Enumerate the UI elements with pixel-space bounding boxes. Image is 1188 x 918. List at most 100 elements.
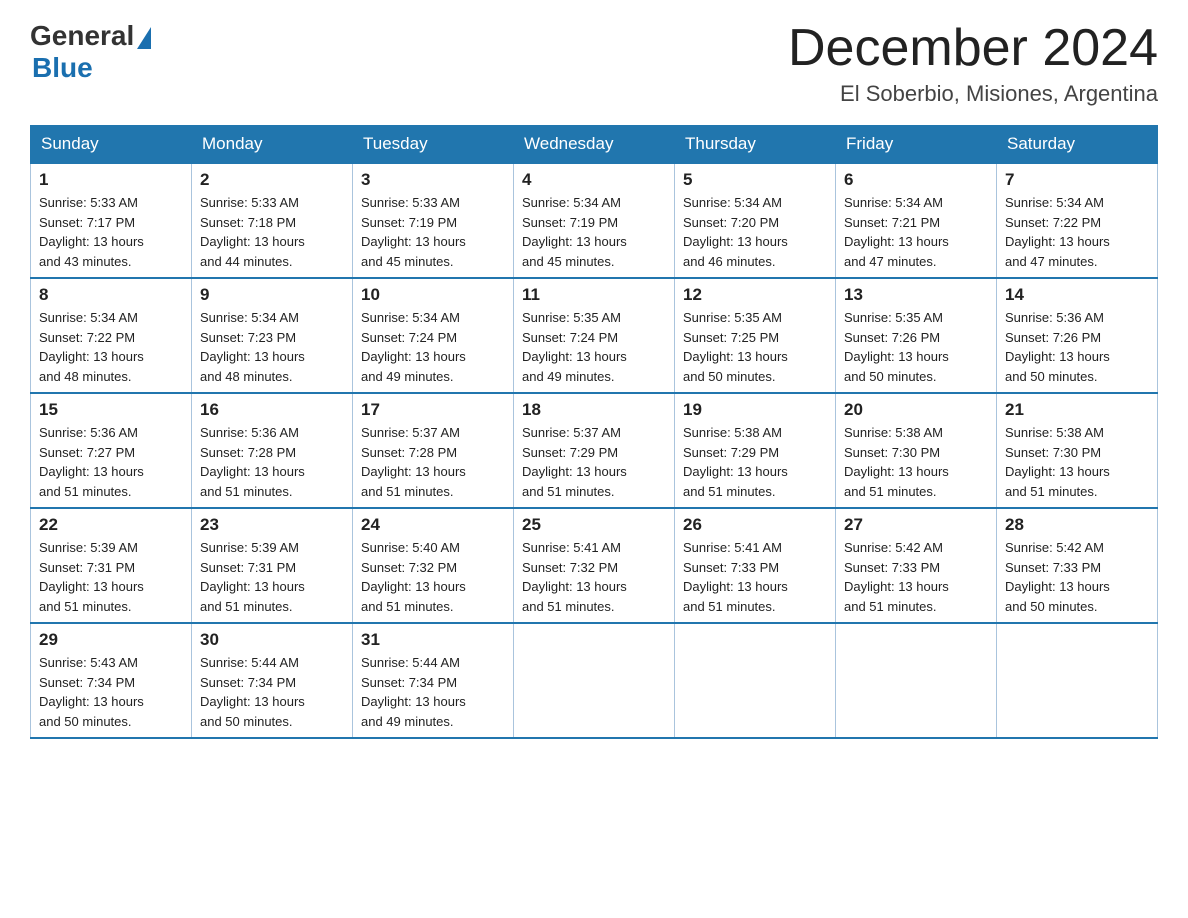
day-info: Sunrise: 5:44 AMSunset: 7:34 PMDaylight:… (200, 655, 305, 729)
day-number: 27 (844, 515, 988, 535)
calendar-cell: 2 Sunrise: 5:33 AMSunset: 7:18 PMDayligh… (192, 163, 353, 278)
day-number: 7 (1005, 170, 1149, 190)
day-number: 23 (200, 515, 344, 535)
calendar-cell: 10 Sunrise: 5:34 AMSunset: 7:24 PMDaylig… (353, 278, 514, 393)
day-number: 1 (39, 170, 183, 190)
day-info: Sunrise: 5:35 AMSunset: 7:24 PMDaylight:… (522, 310, 627, 384)
day-number: 26 (683, 515, 827, 535)
calendar-cell: 24 Sunrise: 5:40 AMSunset: 7:32 PMDaylig… (353, 508, 514, 623)
calendar-cell: 13 Sunrise: 5:35 AMSunset: 7:26 PMDaylig… (836, 278, 997, 393)
calendar-cell: 20 Sunrise: 5:38 AMSunset: 7:30 PMDaylig… (836, 393, 997, 508)
day-info: Sunrise: 5:42 AMSunset: 7:33 PMDaylight:… (844, 540, 949, 614)
day-info: Sunrise: 5:44 AMSunset: 7:34 PMDaylight:… (361, 655, 466, 729)
calendar-cell (836, 623, 997, 738)
day-number: 6 (844, 170, 988, 190)
calendar-cell: 18 Sunrise: 5:37 AMSunset: 7:29 PMDaylig… (514, 393, 675, 508)
day-info: Sunrise: 5:33 AMSunset: 7:18 PMDaylight:… (200, 195, 305, 269)
day-number: 11 (522, 285, 666, 305)
calendar-cell: 31 Sunrise: 5:44 AMSunset: 7:34 PMDaylig… (353, 623, 514, 738)
day-number: 4 (522, 170, 666, 190)
calendar-week-4: 22 Sunrise: 5:39 AMSunset: 7:31 PMDaylig… (31, 508, 1158, 623)
calendar-cell: 17 Sunrise: 5:37 AMSunset: 7:28 PMDaylig… (353, 393, 514, 508)
calendar-cell: 22 Sunrise: 5:39 AMSunset: 7:31 PMDaylig… (31, 508, 192, 623)
logo-blue-text: Blue (32, 52, 93, 84)
calendar-cell: 28 Sunrise: 5:42 AMSunset: 7:33 PMDaylig… (997, 508, 1158, 623)
calendar-cell: 27 Sunrise: 5:42 AMSunset: 7:33 PMDaylig… (836, 508, 997, 623)
day-info: Sunrise: 5:37 AMSunset: 7:28 PMDaylight:… (361, 425, 466, 499)
day-number: 25 (522, 515, 666, 535)
day-info: Sunrise: 5:38 AMSunset: 7:30 PMDaylight:… (1005, 425, 1110, 499)
calendar-cell: 11 Sunrise: 5:35 AMSunset: 7:24 PMDaylig… (514, 278, 675, 393)
day-info: Sunrise: 5:41 AMSunset: 7:33 PMDaylight:… (683, 540, 788, 614)
day-info: Sunrise: 5:36 AMSunset: 7:28 PMDaylight:… (200, 425, 305, 499)
day-number: 9 (200, 285, 344, 305)
day-info: Sunrise: 5:35 AMSunset: 7:25 PMDaylight:… (683, 310, 788, 384)
day-number: 15 (39, 400, 183, 420)
calendar-cell (997, 623, 1158, 738)
calendar-cell: 25 Sunrise: 5:41 AMSunset: 7:32 PMDaylig… (514, 508, 675, 623)
day-info: Sunrise: 5:36 AMSunset: 7:26 PMDaylight:… (1005, 310, 1110, 384)
day-info: Sunrise: 5:34 AMSunset: 7:23 PMDaylight:… (200, 310, 305, 384)
calendar-week-1: 1 Sunrise: 5:33 AMSunset: 7:17 PMDayligh… (31, 163, 1158, 278)
day-number: 13 (844, 285, 988, 305)
day-number: 28 (1005, 515, 1149, 535)
calendar-week-3: 15 Sunrise: 5:36 AMSunset: 7:27 PMDaylig… (31, 393, 1158, 508)
day-number: 21 (1005, 400, 1149, 420)
day-info: Sunrise: 5:41 AMSunset: 7:32 PMDaylight:… (522, 540, 627, 614)
day-number: 8 (39, 285, 183, 305)
day-number: 2 (200, 170, 344, 190)
day-number: 10 (361, 285, 505, 305)
calendar-week-2: 8 Sunrise: 5:34 AMSunset: 7:22 PMDayligh… (31, 278, 1158, 393)
calendar-cell: 15 Sunrise: 5:36 AMSunset: 7:27 PMDaylig… (31, 393, 192, 508)
day-number: 22 (39, 515, 183, 535)
day-info: Sunrise: 5:33 AMSunset: 7:17 PMDaylight:… (39, 195, 144, 269)
calendar-cell: 30 Sunrise: 5:44 AMSunset: 7:34 PMDaylig… (192, 623, 353, 738)
calendar-cell: 19 Sunrise: 5:38 AMSunset: 7:29 PMDaylig… (675, 393, 836, 508)
day-info: Sunrise: 5:35 AMSunset: 7:26 PMDaylight:… (844, 310, 949, 384)
title-area: December 2024 El Soberbio, Misiones, Arg… (788, 20, 1158, 107)
day-info: Sunrise: 5:38 AMSunset: 7:29 PMDaylight:… (683, 425, 788, 499)
calendar-cell: 4 Sunrise: 5:34 AMSunset: 7:19 PMDayligh… (514, 163, 675, 278)
day-number: 14 (1005, 285, 1149, 305)
day-number: 20 (844, 400, 988, 420)
calendar-cell (514, 623, 675, 738)
calendar-cell: 8 Sunrise: 5:34 AMSunset: 7:22 PMDayligh… (31, 278, 192, 393)
calendar-cell: 5 Sunrise: 5:34 AMSunset: 7:20 PMDayligh… (675, 163, 836, 278)
day-info: Sunrise: 5:34 AMSunset: 7:24 PMDaylight:… (361, 310, 466, 384)
month-title: December 2024 (788, 20, 1158, 77)
calendar-cell: 16 Sunrise: 5:36 AMSunset: 7:28 PMDaylig… (192, 393, 353, 508)
header-monday: Monday (192, 126, 353, 164)
day-info: Sunrise: 5:34 AMSunset: 7:22 PMDaylight:… (39, 310, 144, 384)
day-info: Sunrise: 5:34 AMSunset: 7:19 PMDaylight:… (522, 195, 627, 269)
header-wednesday: Wednesday (514, 126, 675, 164)
day-number: 12 (683, 285, 827, 305)
day-number: 30 (200, 630, 344, 650)
day-info: Sunrise: 5:42 AMSunset: 7:33 PMDaylight:… (1005, 540, 1110, 614)
calendar-cell: 14 Sunrise: 5:36 AMSunset: 7:26 PMDaylig… (997, 278, 1158, 393)
day-number: 19 (683, 400, 827, 420)
header-saturday: Saturday (997, 126, 1158, 164)
header-friday: Friday (836, 126, 997, 164)
header-tuesday: Tuesday (353, 126, 514, 164)
calendar-header-row: SundayMondayTuesdayWednesdayThursdayFrid… (31, 126, 1158, 164)
day-info: Sunrise: 5:34 AMSunset: 7:22 PMDaylight:… (1005, 195, 1110, 269)
day-number: 18 (522, 400, 666, 420)
calendar-cell: 3 Sunrise: 5:33 AMSunset: 7:19 PMDayligh… (353, 163, 514, 278)
day-number: 29 (39, 630, 183, 650)
calendar-cell: 26 Sunrise: 5:41 AMSunset: 7:33 PMDaylig… (675, 508, 836, 623)
calendar-cell: 7 Sunrise: 5:34 AMSunset: 7:22 PMDayligh… (997, 163, 1158, 278)
day-info: Sunrise: 5:33 AMSunset: 7:19 PMDaylight:… (361, 195, 466, 269)
calendar-cell: 1 Sunrise: 5:33 AMSunset: 7:17 PMDayligh… (31, 163, 192, 278)
calendar-week-5: 29 Sunrise: 5:43 AMSunset: 7:34 PMDaylig… (31, 623, 1158, 738)
logo: General Blue (30, 20, 151, 84)
header-sunday: Sunday (31, 126, 192, 164)
calendar-cell (675, 623, 836, 738)
calendar-cell: 6 Sunrise: 5:34 AMSunset: 7:21 PMDayligh… (836, 163, 997, 278)
day-info: Sunrise: 5:37 AMSunset: 7:29 PMDaylight:… (522, 425, 627, 499)
logo-general-text: General (30, 20, 134, 52)
day-number: 31 (361, 630, 505, 650)
day-number: 24 (361, 515, 505, 535)
day-info: Sunrise: 5:40 AMSunset: 7:32 PMDaylight:… (361, 540, 466, 614)
calendar-cell: 21 Sunrise: 5:38 AMSunset: 7:30 PMDaylig… (997, 393, 1158, 508)
calendar-cell: 29 Sunrise: 5:43 AMSunset: 7:34 PMDaylig… (31, 623, 192, 738)
